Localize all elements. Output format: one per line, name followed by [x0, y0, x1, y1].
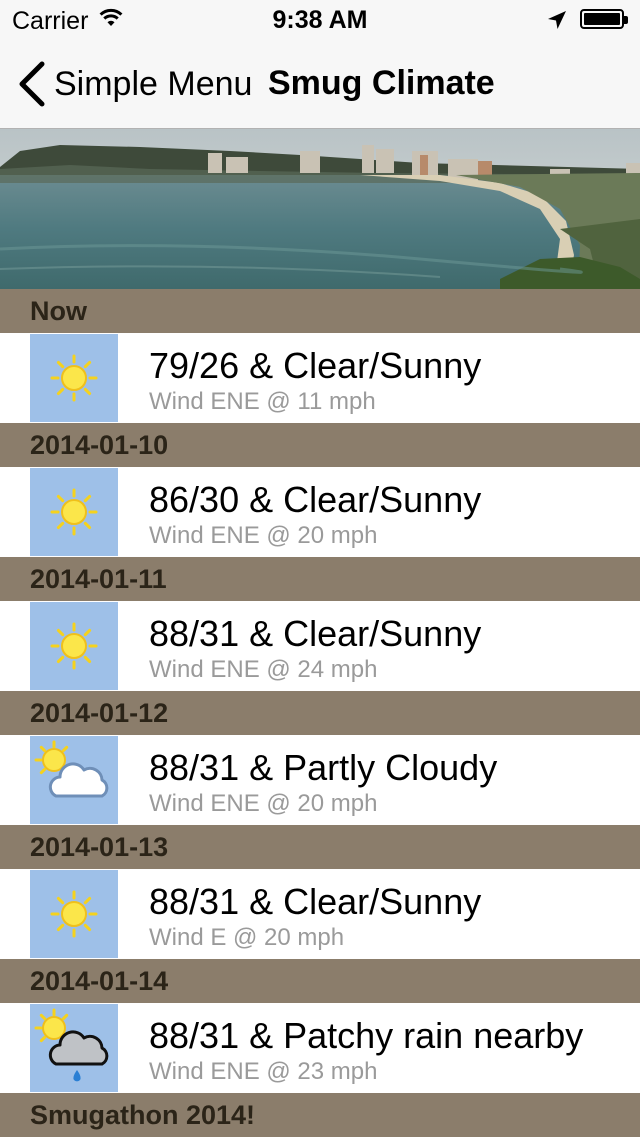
- forecast-summary: 88/31 & Patchy rain nearby: [149, 1015, 584, 1056]
- forecast-wind: Wind ENE @ 20 mph: [149, 522, 378, 549]
- forecast-row[interactable]: 79/26 & Clear/Sunny Wind ENE @ 11 mph: [0, 333, 640, 423]
- location-arrow-icon: [548, 11, 566, 29]
- page-title: Smug Climate: [268, 64, 495, 102]
- forecast-wind: Wind ENE @ 20 mph: [149, 790, 378, 817]
- section-header-now: Now: [0, 289, 640, 333]
- forecast-wind: Wind ENE @ 11 mph: [149, 388, 376, 415]
- forecast-summary: 88/31 & Clear/Sunny: [149, 613, 482, 654]
- back-button[interactable]: Simple Menu: [14, 60, 252, 108]
- back-button-label: Simple Menu: [54, 64, 253, 103]
- forecast-row[interactable]: 88/31 & Partly Cloudy Wind ENE @ 20 mph: [0, 735, 640, 825]
- section-header-date: 2014-01-13: [0, 825, 640, 869]
- forecast-summary: 79/26 & Clear/Sunny: [149, 345, 482, 386]
- forecast-row[interactable]: 88/31 & Clear/Sunny Wind E @ 20 mph: [0, 869, 640, 959]
- status-bar: Carrier 9:38 AM: [0, 0, 640, 40]
- section-header-date: 2014-01-11: [0, 557, 640, 601]
- forecast-list: Now 79/26 & Clear/Sunny Wind ENE @ 11 mp…: [0, 289, 640, 1137]
- clock: 9:38 AM: [272, 6, 368, 34]
- section-header-date: 2014-01-10: [0, 423, 640, 467]
- sun-icon: [30, 602, 118, 690]
- section-header-date: 2014-01-14: [0, 959, 640, 1003]
- forecast-row[interactable]: 88/31 & Patchy rain nearby Wind ENE @ 23…: [0, 1003, 640, 1093]
- partly-cloudy-icon: [30, 736, 118, 824]
- forecast-wind: Wind ENE @ 24 mph: [149, 656, 378, 683]
- sun-icon: [30, 334, 118, 422]
- forecast-summary: 86/30 & Clear/Sunny: [149, 479, 482, 520]
- forecast-row[interactable]: 88/31 & Clear/Sunny Wind ENE @ 24 mph: [0, 601, 640, 691]
- hero-bay-photo: [0, 129, 640, 289]
- forecast-row[interactable]: 86/30 & Clear/Sunny Wind ENE @ 20 mph: [0, 467, 640, 557]
- forecast-wind: Wind E @ 20 mph: [149, 924, 345, 951]
- battery-icon: [580, 9, 628, 29]
- navigation-bar: Simple Menu Smug Climate: [0, 40, 640, 129]
- sun-icon: [30, 468, 118, 556]
- section-header-footer: Smugathon 2014!: [0, 1093, 640, 1137]
- chevron-left-icon: [19, 61, 45, 107]
- forecast-summary: 88/31 & Clear/Sunny: [149, 881, 482, 922]
- forecast-summary: 88/31 & Partly Cloudy: [149, 747, 498, 788]
- forecast-wind: Wind ENE @ 23 mph: [149, 1058, 378, 1085]
- sun-icon: [30, 870, 118, 958]
- patchy-rain-icon: [30, 1004, 118, 1092]
- section-header-date: 2014-01-12: [0, 691, 640, 735]
